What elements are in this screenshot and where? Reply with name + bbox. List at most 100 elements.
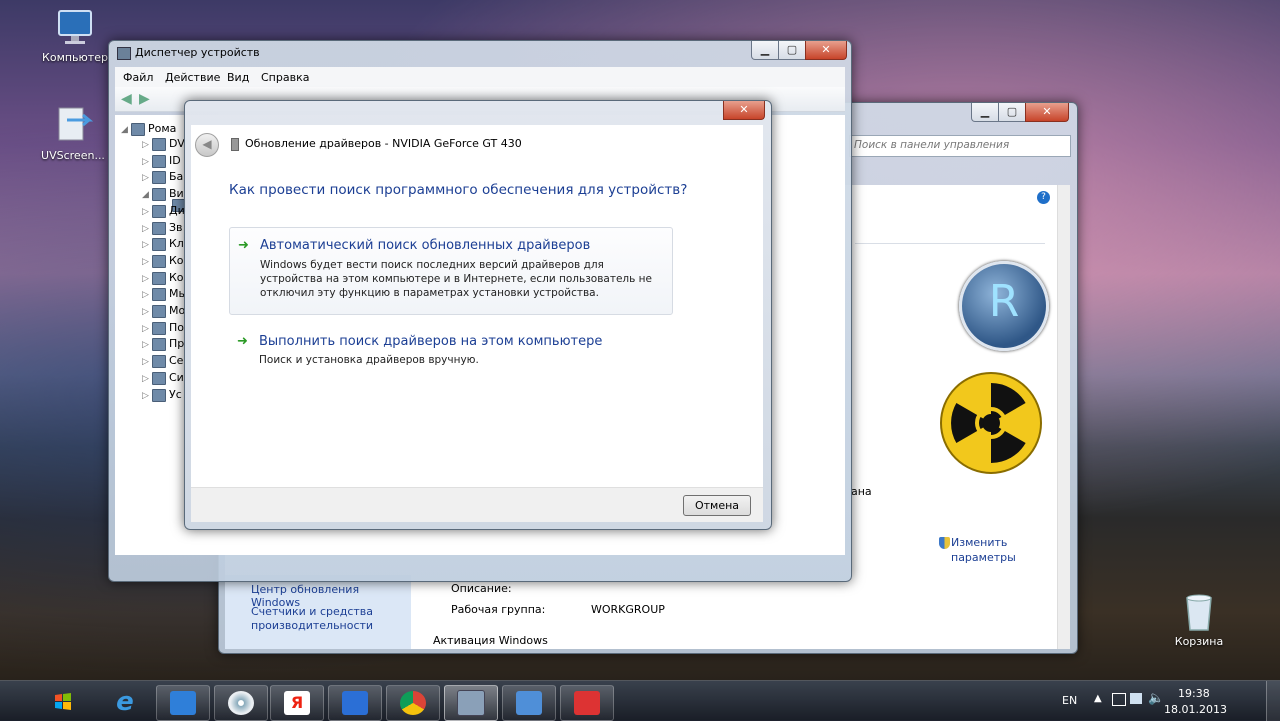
taskbar-yandex[interactable]: Я bbox=[270, 685, 324, 721]
start-button[interactable] bbox=[46, 687, 80, 717]
menu-file[interactable]: Файл bbox=[123, 71, 153, 84]
taskbar-device-manager[interactable] bbox=[444, 685, 498, 721]
tree-item[interactable]: ▷ Зв bbox=[142, 220, 183, 236]
expand-arrow-icon[interactable]: ▷ bbox=[142, 271, 152, 287]
device-category-icon bbox=[152, 170, 166, 184]
workgroup-label: Рабочая группа: bbox=[451, 603, 546, 616]
tree-item-label: Мь bbox=[169, 287, 185, 300]
menu-view[interactable]: Вид bbox=[227, 71, 249, 84]
taskbar-toolbox[interactable] bbox=[560, 685, 614, 721]
disc-icon bbox=[228, 691, 254, 715]
language-indicator[interactable]: EN bbox=[1062, 694, 1077, 707]
action-center-icon[interactable] bbox=[1112, 693, 1126, 706]
tray-arrow-icon[interactable]: ▲ bbox=[1094, 693, 1102, 704]
device-category-icon bbox=[152, 254, 166, 268]
back-icon[interactable]: ◀ bbox=[121, 91, 132, 107]
tree-item[interactable]: ▷ Ко bbox=[142, 270, 184, 286]
maximize-button[interactable]: ▢ bbox=[998, 103, 1026, 122]
taskbar-explorer[interactable] bbox=[156, 685, 210, 721]
clock-date[interactable]: 18.01.2013 bbox=[1164, 703, 1227, 716]
tree-item[interactable]: ▷ Кл bbox=[142, 236, 184, 252]
minimize-button[interactable]: ▁ bbox=[751, 41, 779, 60]
expand-arrow-icon[interactable]: ▷ bbox=[142, 321, 152, 337]
expand-arrow-icon[interactable]: ▷ bbox=[142, 304, 152, 320]
sidebar-link-performance[interactable]: Счетчики и средства производительности bbox=[251, 605, 401, 633]
tree-item[interactable]: ▷ Пр bbox=[142, 336, 184, 352]
tree-item-label: Си bbox=[169, 371, 184, 384]
computer-icon bbox=[53, 8, 97, 48]
help-icon[interactable]: ? bbox=[1037, 191, 1050, 204]
chrome-icon bbox=[400, 691, 426, 715]
device-category-icon bbox=[152, 271, 166, 285]
tree-item-label: Ко bbox=[169, 254, 184, 267]
tree-item-label: Кл bbox=[169, 237, 184, 250]
yandex-icon: Я bbox=[284, 691, 310, 715]
expand-arrow-icon[interactable]: ▷ bbox=[142, 388, 152, 404]
expand-arrow-icon[interactable]: ▷ bbox=[142, 337, 152, 353]
activation-label: Активация Windows bbox=[433, 634, 548, 647]
tree-item[interactable]: ▷ ID bbox=[142, 153, 181, 169]
description-label: Описание: bbox=[451, 582, 512, 595]
green-arrow-icon: ➜ bbox=[237, 334, 248, 349]
tree-item[interactable]: ▷ Ус bbox=[142, 387, 182, 403]
tree-item[interactable]: ▷ DV bbox=[142, 136, 185, 152]
network-tray-icon[interactable] bbox=[1130, 693, 1142, 704]
option-manual-search[interactable]: ➜ Выполнить поиск драйверов на этом комп… bbox=[229, 325, 671, 375]
cancel-button[interactable]: Отмена bbox=[683, 495, 751, 516]
expand-arrow-icon[interactable]: ▷ bbox=[142, 354, 152, 370]
back-button[interactable]: ◀ bbox=[195, 133, 219, 157]
tree-item[interactable]: ▷ Ко bbox=[142, 253, 184, 269]
clock-time[interactable]: 19:38 bbox=[1178, 687, 1210, 700]
expand-arrow-icon[interactable]: ▷ bbox=[142, 170, 152, 186]
expand-arrow-icon[interactable]: ▷ bbox=[142, 254, 152, 270]
volume-icon[interactable]: 🔈 bbox=[1148, 691, 1164, 706]
expand-arrow-icon[interactable]: ▷ bbox=[142, 221, 152, 237]
tree-item[interactable]: ▷ По bbox=[142, 320, 184, 336]
folder-icon bbox=[170, 691, 196, 715]
tree-item-label: Зв bbox=[169, 221, 183, 234]
show-desktop-button[interactable] bbox=[1266, 681, 1280, 721]
close-button[interactable]: ✕ bbox=[723, 101, 765, 120]
desktop-icon-computer[interactable]: Компьютер bbox=[40, 8, 110, 64]
menu-action[interactable]: Действие bbox=[165, 71, 220, 84]
minimize-button[interactable]: ▁ bbox=[971, 103, 999, 122]
tree-item-label: Ко bbox=[169, 271, 184, 284]
radiation-icon bbox=[939, 371, 1043, 475]
forward-icon[interactable]: ▶ bbox=[139, 91, 150, 107]
option-auto-search[interactable]: ➜ Автоматический поиск обновленных драйв… bbox=[229, 227, 673, 315]
taskbar-network[interactable] bbox=[502, 685, 556, 721]
tree-item[interactable]: ▷ Си bbox=[142, 370, 184, 386]
expand-arrow-icon[interactable]: ▷ bbox=[142, 237, 152, 253]
search-box[interactable]: Поиск в панели управления bbox=[849, 135, 1071, 157]
desktop-icon-uvscreen[interactable]: UVScreen... bbox=[38, 106, 108, 162]
taskbar-media[interactable] bbox=[214, 685, 268, 721]
tree-item[interactable]: ▷ Ди bbox=[142, 203, 185, 219]
taskbar-chrome[interactable] bbox=[386, 685, 440, 721]
tree-item[interactable]: ▷ Мь bbox=[142, 286, 185, 302]
desktop-icon-recycle-bin[interactable]: Корзина bbox=[1164, 592, 1234, 648]
close-button[interactable]: ✕ bbox=[1025, 103, 1069, 122]
tree-item-label: Се bbox=[169, 354, 184, 367]
workgroup-value: WORKGROUP bbox=[591, 603, 665, 616]
expand-arrow-icon[interactable]: ▷ bbox=[142, 137, 152, 153]
taskbar-mail[interactable] bbox=[328, 685, 382, 721]
desktop-icon-label: Корзина bbox=[1174, 635, 1224, 648]
tree-item[interactable]: ▷ Се bbox=[142, 353, 183, 369]
expand-arrow-icon[interactable]: ▷ bbox=[142, 154, 152, 170]
tree-item[interactable]: ▷ Мо bbox=[142, 303, 185, 319]
internet-explorer-icon[interactable]: e bbox=[110, 687, 140, 717]
change-params-link[interactable]: Изменить параметры bbox=[951, 535, 1031, 565]
maximize-button[interactable]: ▢ bbox=[778, 41, 806, 60]
expand-arrow-icon[interactable]: ▷ bbox=[142, 287, 152, 303]
close-button[interactable]: ✕ bbox=[805, 41, 847, 60]
device-category-icon bbox=[152, 221, 166, 235]
expand-arrow-icon[interactable]: ◢ bbox=[142, 187, 152, 203]
menu-help[interactable]: Справка bbox=[261, 71, 309, 84]
driver-update-dialog[interactable]: ✕ ◀ Обновление драйверов - NVIDIA GeForc… bbox=[184, 100, 772, 530]
expand-arrow-icon[interactable]: ▷ bbox=[142, 204, 152, 220]
tree-item[interactable]: ▷ Ба bbox=[142, 169, 183, 185]
scrollbar[interactable] bbox=[1057, 185, 1070, 649]
expand-arrow-icon[interactable]: ▷ bbox=[142, 371, 152, 387]
window-title: Диспетчер устройств bbox=[135, 46, 260, 59]
tree-root[interactable]: ◢ Рома bbox=[121, 121, 176, 137]
